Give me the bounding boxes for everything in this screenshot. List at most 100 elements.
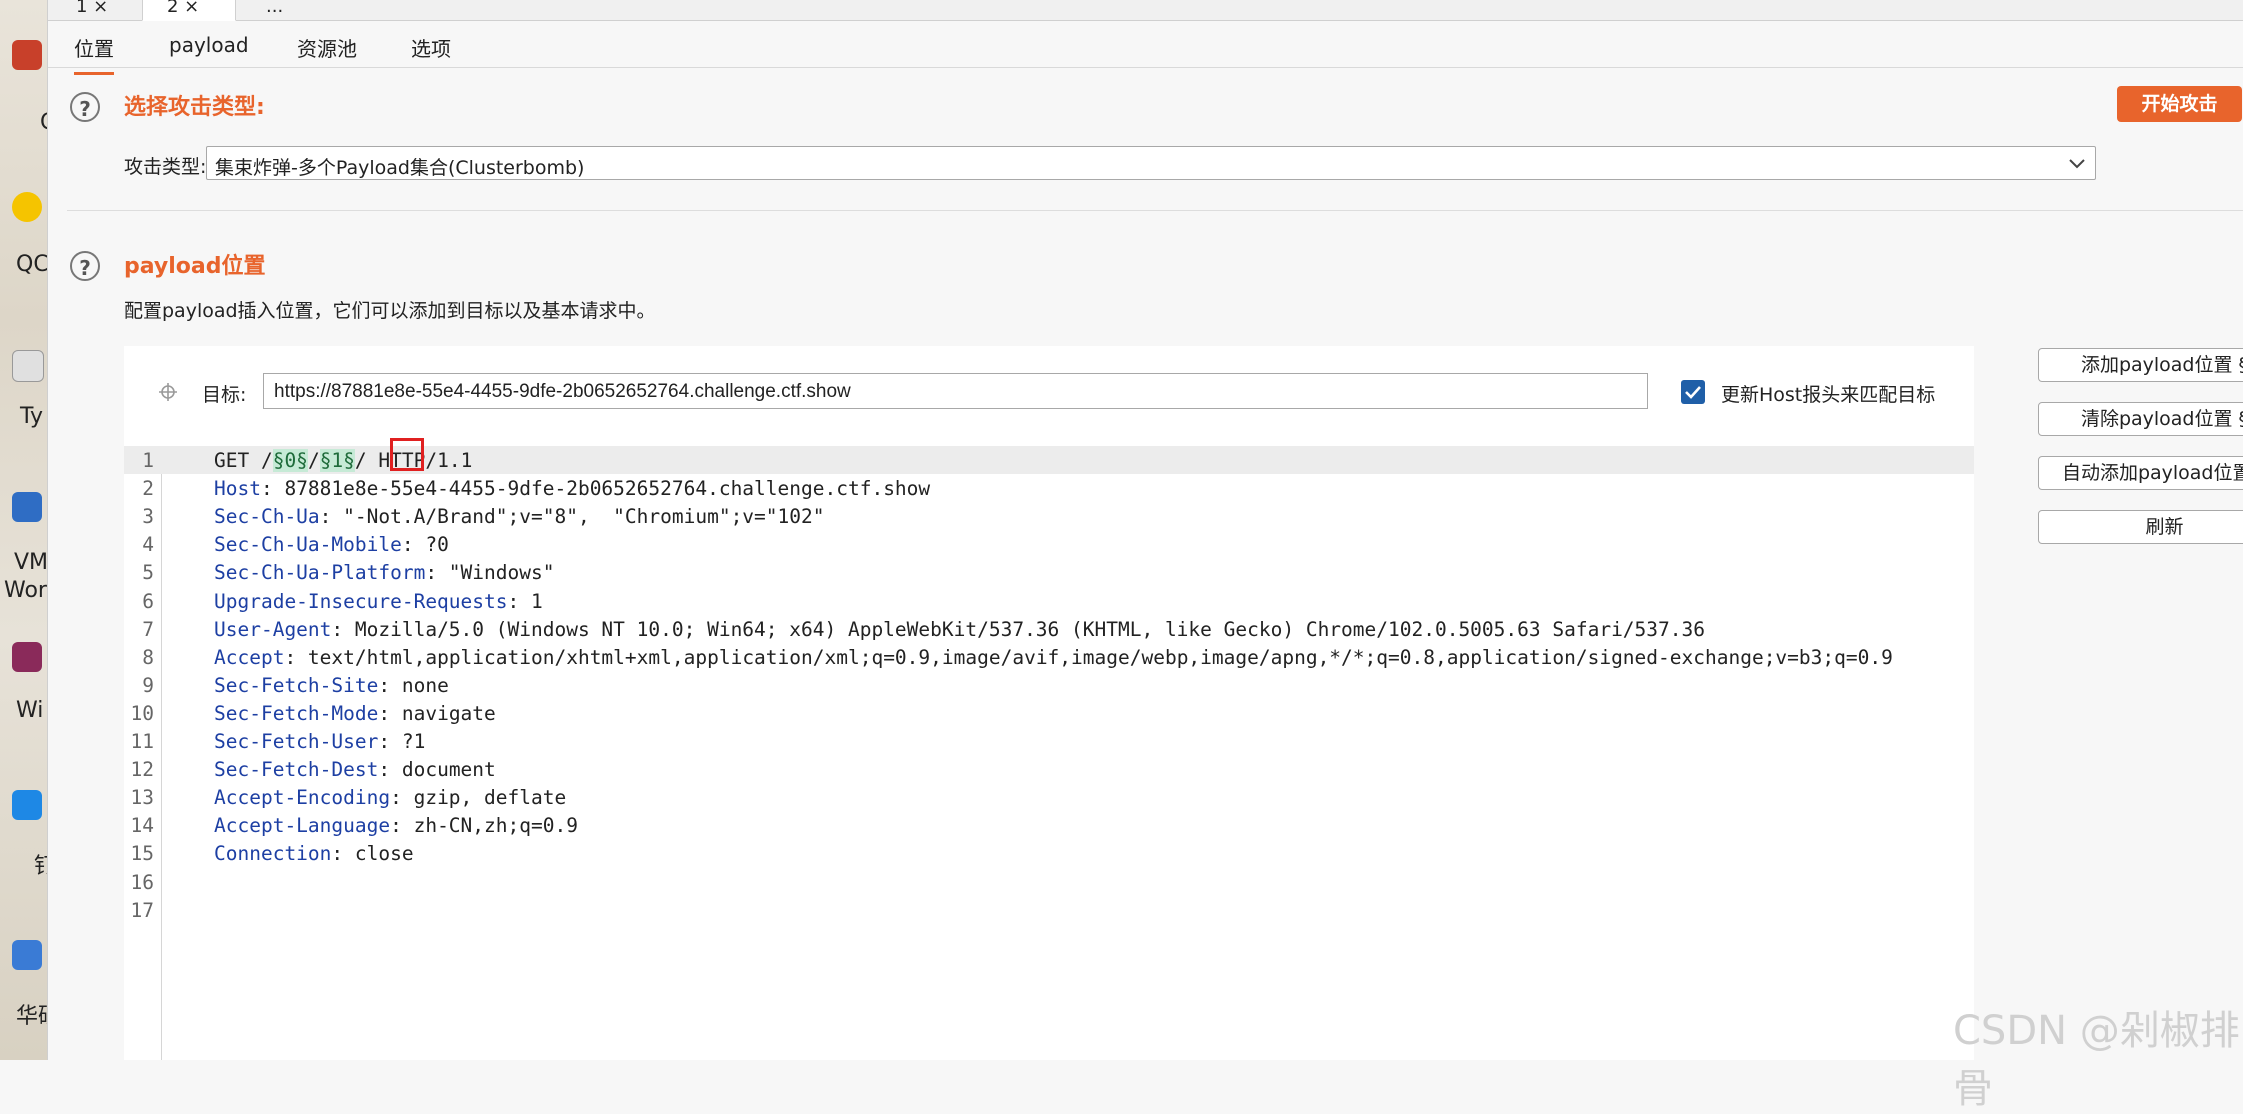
update-host-checkbox[interactable] <box>1681 380 1705 404</box>
header-line: 2 Host: 87881e8e-55e4-4455-9dfe-2b0652652… <box>124 474 1974 502</box>
header-name: Sec-Ch-Ua <box>214 505 320 529</box>
tab-resource-pool[interactable]: 资源池 <box>297 33 357 62</box>
header-value: : zh-CN,zh;q=0.9 <box>390 814 578 838</box>
header-line: 6 Upgrade-Insecure-Requests: 1 <box>124 587 1974 615</box>
tab-positions[interactable]: 位置 <box>74 33 114 75</box>
refresh-button[interactable]: 刷新 <box>2038 510 2243 544</box>
crosshair-icon <box>159 383 177 401</box>
tab-options[interactable]: 选项 <box>411 33 451 62</box>
desktop-shortcut-typora[interactable]: Ty <box>4 350 44 429</box>
header-text: Upgrade-Insecure-Requests: 1 <box>214 590 543 613</box>
desktop-shortcut-dingtalk[interactable]: 钉 <box>4 790 47 879</box>
line-number: 1 <box>142 449 154 472</box>
path-separator: / <box>307 449 320 472</box>
line-number: 17 <box>130 898 154 922</box>
header-text: Sec-Fetch-Site: none <box>214 674 449 697</box>
request-line-text: GET /§0§/§1§/ HTTP/1.1 <box>214 449 472 472</box>
vmware-icon <box>12 492 42 522</box>
help-icon[interactable]: ? <box>70 92 100 122</box>
desktop-background: C QC Ty VM Wor Wi 钉 华硕 <box>0 0 47 1060</box>
attack-tab-1[interactable]: 1 × <box>72 0 132 20</box>
winrar-icon <box>12 642 42 672</box>
chevron-down-icon <box>2069 159 2085 169</box>
attack-tab-bar: 1 × 2 × ... <box>48 0 2243 21</box>
target-label: 目标: <box>202 384 247 406</box>
header-name: Upgrade-Insecure-Requests <box>214 589 508 613</box>
line-number: 6 <box>142 589 154 613</box>
desktop-shortcut-label: Ty <box>20 404 44 429</box>
header-line: 12 Sec-Fetch-Dest: document <box>124 755 1974 783</box>
auto-add-payload-position-button[interactable]: 自动添加payload位置 § <box>2038 456 2243 490</box>
desktop-shortcut-c[interactable]: C <box>4 40 47 135</box>
desktop-shortcut-label: Wor <box>4 578 47 603</box>
dingtalk-icon <box>12 790 42 820</box>
header-line: 7 User-Agent: Mozilla/5.0 (Windows NT 10.… <box>124 615 1974 643</box>
header-line: 4 Sec-Ch-Ua-Mobile: ?0 <box>124 530 1974 558</box>
line-number: 14 <box>130 814 154 838</box>
checkmark-icon <box>1685 386 1701 399</box>
desktop-shortcut-winrar[interactable]: Wi <box>4 642 44 723</box>
header-name: Connection <box>214 842 332 866</box>
line-number: 9 <box>142 673 154 697</box>
header-value: : ?1 <box>378 730 426 753</box>
line-number: 4 <box>142 533 154 557</box>
attack-type-value: 集束炸弹-多个Payload集合(Clusterbomb) <box>215 157 585 179</box>
header-text: Sec-Fetch-Dest: document <box>214 758 496 781</box>
target-url-input[interactable]: https://87881e8e-55e4-4455-9dfe-2b065265… <box>263 373 1648 409</box>
line-number: 11 <box>130 730 154 753</box>
payload-marker-0[interactable]: §0§ <box>272 449 308 472</box>
header-name: Sec-Fetch-Dest <box>214 758 379 782</box>
payload-marker-1[interactable]: §1§ <box>319 449 355 472</box>
intruder-window: 1 × 2 × ... 位置 payload 资源池 选项 ? 选择攻击类型: … <box>47 0 2243 1112</box>
header-name: Sec-Ch-Ua-Mobile <box>214 533 402 557</box>
header-value: : 87881e8e-55e4-4455-9dfe-2b0652652764.c… <box>260 477 931 501</box>
request-editor[interactable]: 1 GET /§0§/§1§/ HTTP/1.1 2 Host: 87881e8e… <box>124 446 1974 1060</box>
header-value: : text/html,application/xhtml+xml,applic… <box>284 645 1893 669</box>
desktop-shortcut-label: 华硕 <box>16 1004 47 1029</box>
attack-tab-label: 2 × <box>167 0 200 17</box>
header-text: Accept-Language: zh-CN,zh;q=0.9 <box>214 814 578 837</box>
attack-tab-2[interactable]: 2 × <box>142 0 236 21</box>
asus-icon <box>12 940 42 970</box>
attack-type-dropdown[interactable]: 集束炸弹-多个Payload集合(Clusterbomb) <box>206 146 2096 180</box>
header-value: : none <box>378 673 449 697</box>
line-number: 7 <box>142 617 154 641</box>
empty-line: 17 <box>124 896 1974 924</box>
header-text: Sec-Ch-Ua-Mobile: ?0 <box>214 533 449 556</box>
target-row: 目标: https://87881e8e-55e4-4455-9dfe-2b06… <box>124 346 1974 438</box>
line-number: 16 <box>130 870 154 894</box>
add-payload-position-button[interactable]: 添加payload位置 § <box>2038 348 2243 382</box>
attack-type-title: 选择攻击类型: <box>124 95 265 120</box>
header-line: 8 Accept: text/html,application/xhtml+xml… <box>124 643 1974 671</box>
header-name: Sec-Ch-Ua-Platform <box>214 561 426 585</box>
payload-positions-description: 配置payload插入位置，它们可以添加到目标以及基本请求中。 <box>124 300 656 322</box>
header-line: 5 Sec-Ch-Ua-Platform: "Windows" <box>124 558 1974 586</box>
empty-line: 16 <box>124 868 1974 896</box>
header-value: : ?0 <box>401 533 449 557</box>
desktop-shortcut-asus[interactable]: 华硕 <box>4 940 47 1029</box>
section-divider <box>67 210 2243 211</box>
header-value: : "-Not.A/Brand";v="8", "Chromium";v="10… <box>319 505 825 529</box>
header-value: : document <box>378 758 496 782</box>
line-number: 8 <box>142 645 154 669</box>
header-line: 10 Sec-Fetch-Mode: navigate <box>124 699 1974 727</box>
tab-payloads[interactable]: payload <box>169 33 249 57</box>
attack-tab-new[interactable]: ... <box>260 0 300 20</box>
header-value: : "Windows" <box>425 561 555 585</box>
header-name: Accept-Language <box>214 814 391 838</box>
line-number: 13 <box>130 786 154 810</box>
desktop-shortcut-label: QC <box>16 252 47 277</box>
clear-payload-position-button[interactable]: 清除payload位置 § <box>2038 402 2243 436</box>
desktop-shortcut-label: 钉 <box>34 854 47 879</box>
app-icon <box>12 40 42 70</box>
desktop-shortcut-vmware[interactable]: VM Wor <box>4 492 47 603</box>
highlighted-slash: / <box>354 449 367 472</box>
header-name: User-Agent <box>214 617 332 641</box>
help-icon[interactable]: ? <box>70 251 100 281</box>
qq-icon <box>12 192 42 222</box>
header-name: Sec-Fetch-Mode <box>214 701 379 725</box>
header-value: : gzip, deflate <box>390 786 567 810</box>
desktop-shortcut-qq[interactable]: QC <box>4 192 47 277</box>
start-attack-button[interactable]: 开始攻击 <box>2117 86 2242 122</box>
line-number: 2 <box>142 477 154 501</box>
